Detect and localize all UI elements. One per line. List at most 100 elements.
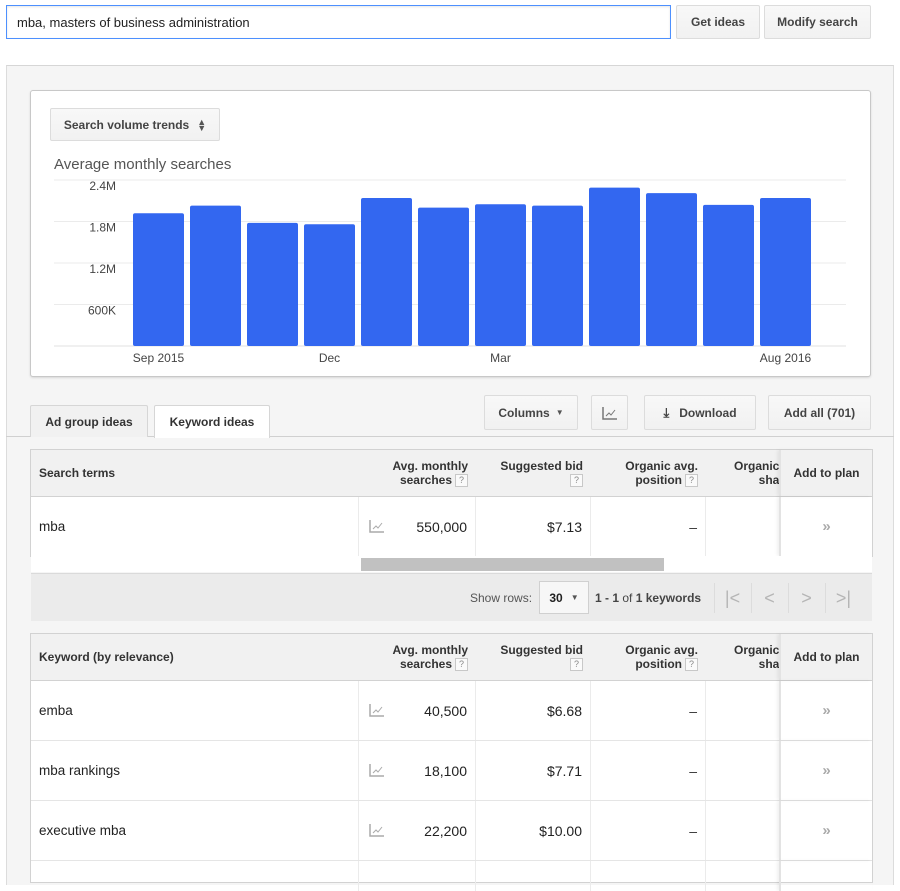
- chart-bar[interactable]: [418, 207, 469, 346]
- pagination-range: 1 - 1 of 1 keywords: [595, 591, 701, 605]
- column-header-add-to-plan: Add to plan: [779, 634, 872, 680]
- keyword-cell: mba: [31, 497, 359, 556]
- chart-bar[interactable]: [646, 193, 697, 346]
- help-icon[interactable]: ?: [570, 474, 583, 488]
- scrollbar-thumb[interactable]: [361, 558, 664, 571]
- add-to-plan-button[interactable]: »: [779, 681, 872, 740]
- help-icon[interactable]: ?: [570, 658, 583, 672]
- trend-chart-icon[interactable]: [369, 703, 385, 717]
- search-terms-table: Search terms Avg. monthly searches? Sugg…: [30, 449, 873, 557]
- organic-share-cell: [706, 681, 779, 740]
- trend-chart-icon[interactable]: [369, 763, 385, 777]
- y-tick-label: 600K: [88, 304, 116, 318]
- trend-chart-icon[interactable]: [369, 519, 385, 533]
- header-text: position: [635, 473, 682, 487]
- suggested-bid-cell: $10.00: [476, 801, 591, 860]
- rows-per-page-value: 30: [549, 590, 563, 605]
- columns-label: Columns: [498, 405, 550, 420]
- keyword-cell: [31, 861, 359, 891]
- organic-position-cell: [591, 861, 706, 891]
- organic-share-cell: [706, 861, 779, 891]
- chart-type-label: Search volume trends: [63, 117, 190, 132]
- chart-bar[interactable]: [475, 204, 526, 346]
- header-text: Organic avg.: [625, 643, 698, 657]
- download-icon: ⤓: [663, 404, 670, 420]
- double-chevron-right-icon: »: [822, 518, 831, 535]
- last-page-button[interactable]: >|: [825, 583, 861, 613]
- chart-bar[interactable]: [133, 213, 184, 346]
- download-button[interactable]: ⤓ Download: [644, 395, 756, 430]
- column-header-search-terms[interactable]: Search terms: [31, 450, 359, 496]
- range-of: of: [622, 591, 633, 605]
- header-text: Avg. monthly: [392, 459, 468, 473]
- chart-bar[interactable]: [760, 197, 811, 346]
- column-header-organic-share[interactable]: Organic sha: [706, 450, 779, 496]
- table-header-row: Keyword (by relevance) Avg. monthly sear…: [31, 634, 872, 681]
- add-to-plan-button[interactable]: »: [779, 497, 872, 556]
- header-text: Organic: [734, 459, 779, 473]
- column-header-avg-monthly-searches[interactable]: Avg. monthly searches?: [359, 634, 476, 680]
- column-header-organic-share[interactable]: Organic sha: [706, 634, 779, 680]
- tab-keyword-ideas[interactable]: Keyword ideas: [154, 405, 270, 438]
- search-volume-chart: 600K 1.2M 1.8M 2.4M Sep 2015 Dec Mar Aug 2016: [54, 179, 846, 365]
- organic-position-cell: –: [591, 741, 706, 800]
- updown-arrows-icon: ▲ ▼: [197, 116, 207, 133]
- chart-bar[interactable]: [361, 197, 412, 346]
- table-row: mba rankings 18,100 $7.71 – »: [31, 741, 872, 801]
- x-tick-label: Sep 2015: [133, 351, 185, 365]
- add-all-button[interactable]: Add all (701): [768, 395, 871, 430]
- column-header-suggested-bid[interactable]: Suggested bid ?: [476, 634, 591, 680]
- add-to-plan-button[interactable]: »: [779, 801, 872, 860]
- organic-position-cell: –: [591, 801, 706, 860]
- table-row: executive mba 22,200 $10.00 – »: [31, 801, 872, 861]
- organic-share-cell: [706, 741, 779, 800]
- rows-per-page-select[interactable]: 30 ▼: [539, 581, 589, 614]
- help-icon[interactable]: ?: [455, 474, 468, 488]
- avg-searches-value: 550,000: [416, 518, 467, 535]
- modify-search-button[interactable]: Modify search: [764, 5, 871, 39]
- help-icon[interactable]: ?: [685, 658, 698, 672]
- keyword-cell: mba rankings: [31, 741, 359, 800]
- next-page-button[interactable]: >: [788, 583, 824, 613]
- header-text: sha: [758, 657, 779, 671]
- keyword-cell: executive mba: [31, 801, 359, 860]
- x-tick-label: Mar: [490, 351, 511, 365]
- tab-ad-group-ideas[interactable]: Ad group ideas: [30, 405, 148, 437]
- suggested-bid-cell: [476, 861, 591, 891]
- columns-button[interactable]: Columns ▼: [484, 395, 578, 430]
- column-header-organic-avg-position[interactable]: Organic avg. position?: [591, 634, 706, 680]
- column-header-organic-avg-position[interactable]: Organic avg. position?: [591, 450, 706, 496]
- toggle-chart-button[interactable]: [591, 395, 628, 430]
- avg-searches-cell: [359, 861, 476, 891]
- chart-bar[interactable]: [190, 205, 241, 346]
- y-tick-label: 1.8M: [89, 221, 116, 235]
- column-header-suggested-bid[interactable]: Suggested bid ?: [476, 450, 591, 496]
- organic-share-cell: [706, 497, 779, 556]
- chart-bar[interactable]: [247, 222, 298, 346]
- get-ideas-button[interactable]: Get ideas: [676, 5, 760, 39]
- table-header-row: Search terms Avg. monthly searches? Sugg…: [31, 450, 872, 497]
- trend-chart-icon[interactable]: [369, 823, 385, 837]
- first-page-button[interactable]: |<: [714, 583, 750, 613]
- keyword-search-input[interactable]: [6, 5, 671, 39]
- avg-searches-value: 22,200: [424, 822, 467, 839]
- column-header-keyword[interactable]: Keyword (by relevance): [31, 634, 359, 680]
- last-page-icon: >|: [835, 587, 852, 608]
- avg-searches-value: 18,100: [424, 762, 467, 779]
- chart-bar[interactable]: [304, 224, 355, 346]
- help-icon[interactable]: ?: [455, 658, 468, 672]
- download-label: Download: [679, 405, 737, 420]
- suggested-bid-cell: $7.13: [476, 497, 591, 556]
- chevron-right-icon: >: [801, 587, 812, 608]
- chart-bar[interactable]: [532, 205, 583, 346]
- column-header-avg-monthly-searches[interactable]: Avg. monthly searches?: [359, 450, 476, 496]
- add-to-plan-button[interactable]: »: [779, 741, 872, 800]
- prev-page-button[interactable]: <: [751, 583, 787, 613]
- y-tick-label: 1.2M: [89, 262, 116, 276]
- header-text: Suggested bid: [500, 643, 583, 657]
- chart-type-select[interactable]: Search volume trends ▲ ▼: [50, 108, 220, 141]
- add-to-plan-button[interactable]: [779, 861, 872, 891]
- chart-bar[interactable]: [589, 187, 640, 346]
- chart-bar[interactable]: [703, 204, 754, 346]
- help-icon[interactable]: ?: [685, 474, 698, 488]
